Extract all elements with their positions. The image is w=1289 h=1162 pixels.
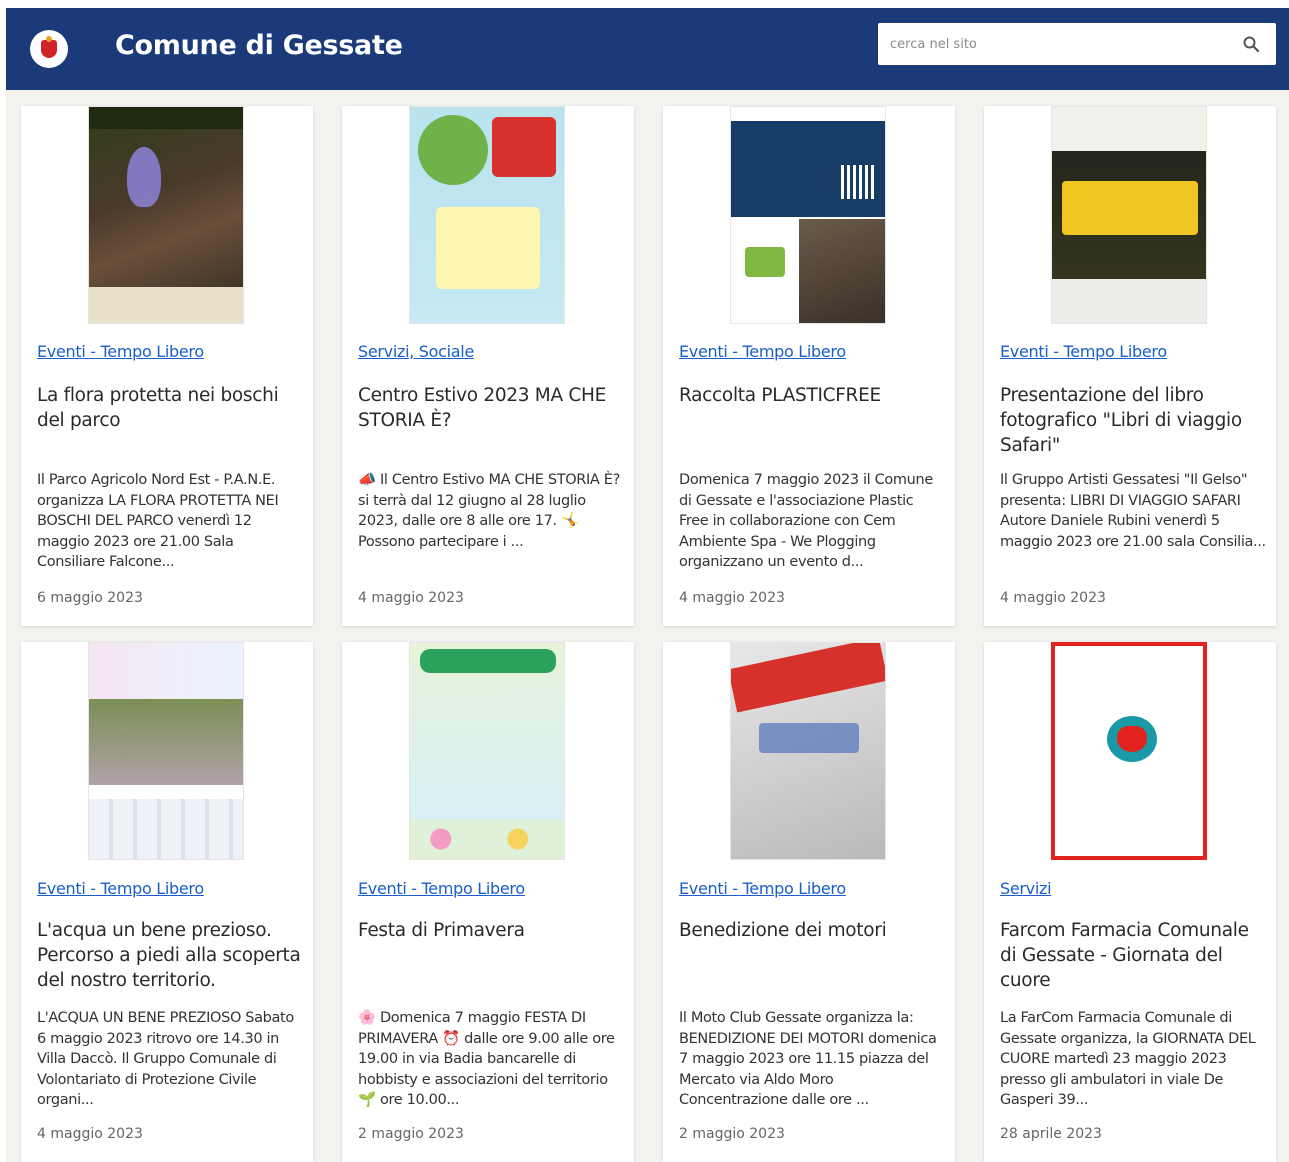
news-card-excerpt: Domenica 7 maggio 2023 il Comune di Gess… <box>679 472 933 570</box>
news-card-image[interactable] <box>409 106 565 324</box>
news-card-category[interactable]: Eventi - Tempo Libero <box>37 879 204 898</box>
news-card-date: 4 maggio 2023 <box>1000 590 1106 606</box>
news-card-date: 4 maggio 2023 <box>358 590 464 606</box>
search-input[interactable] <box>878 23 1228 65</box>
news-card-image[interactable] <box>730 106 886 324</box>
news-card-excerpt: Il Parco Agricolo Nord Est - P.A.N.E. or… <box>37 472 279 570</box>
news-card-category[interactable]: Eventi - Tempo Libero <box>358 879 525 898</box>
news-card-category[interactable]: Eventi - Tempo Libero <box>679 879 846 898</box>
news-card-date: 4 maggio 2023 <box>37 1126 143 1142</box>
news-card-title[interactable]: Benedizione dei motori <box>679 918 943 943</box>
search-icon[interactable] <box>1242 35 1260 53</box>
news-card: Eventi - Tempo Libero Festa di Primavera… <box>342 642 634 1162</box>
news-card-date: 6 maggio 2023 <box>37 590 143 606</box>
news-card-category[interactable]: Servizi, Sociale <box>358 342 474 361</box>
news-card-category[interactable]: Eventi - Tempo Libero <box>1000 342 1167 361</box>
news-card-title[interactable]: Centro Estivo 2023 MA CHE STORIA È? <box>358 383 622 433</box>
news-card-title[interactable]: L'acqua un bene prezioso. Percorso a pie… <box>37 918 301 993</box>
news-card-excerpt: 📣 Il Centro Estivo MA CHE STORIA È? si t… <box>358 472 620 550</box>
news-card-image[interactable] <box>409 642 565 860</box>
news-card: Servizi Farcom Farmacia Comunale di Gess… <box>984 642 1276 1162</box>
news-card-title[interactable]: Farcom Farmacia Comunale di Gessate - Gi… <box>1000 918 1264 993</box>
municipality-logo[interactable] <box>30 30 68 68</box>
news-card-image[interactable] <box>1051 106 1207 324</box>
news-card-excerpt: Il Moto Club Gessate organizza la: BENED… <box>679 1010 937 1108</box>
news-card-title[interactable]: Raccolta PLASTICFREE <box>679 383 943 408</box>
news-card: Eventi - Tempo Libero Presentazione del … <box>984 106 1276 626</box>
news-card-date: 4 maggio 2023 <box>679 590 785 606</box>
news-card-title[interactable]: La flora protetta nei boschi del parco <box>37 383 301 433</box>
news-card: Servizi, Sociale Centro Estivo 2023 MA C… <box>342 106 634 626</box>
news-card-image[interactable] <box>88 642 244 860</box>
news-card-date: 2 maggio 2023 <box>679 1126 785 1142</box>
news-card: Eventi - Tempo Libero Benedizione dei mo… <box>663 642 955 1162</box>
news-card-excerpt: L'ACQUA UN BENE PREZIOSO Sabato 6 maggio… <box>37 1010 294 1108</box>
news-card-image[interactable] <box>88 106 244 324</box>
news-card-image[interactable] <box>730 642 886 860</box>
news-card-date: 2 maggio 2023 <box>358 1126 464 1142</box>
news-card-category[interactable]: Eventi - Tempo Libero <box>37 342 204 361</box>
site-title[interactable]: Comune di Gessate <box>115 30 403 61</box>
news-card-title[interactable]: Presentazione del libro fotografico "Lib… <box>1000 383 1264 458</box>
news-card-category[interactable]: Eventi - Tempo Libero <box>679 342 846 361</box>
news-card: Eventi - Tempo Libero L'acqua un bene pr… <box>21 642 313 1162</box>
news-card-excerpt: La FarCom Farmacia Comunale di Gessate o… <box>1000 1010 1256 1108</box>
site-header: Comune di Gessate <box>6 8 1289 90</box>
news-card: Eventi - Tempo Libero La flora protetta … <box>21 106 313 626</box>
search-box <box>878 23 1276 65</box>
news-card-category[interactable]: Servizi <box>1000 879 1052 898</box>
news-card-date: 28 aprile 2023 <box>1000 1126 1102 1142</box>
news-card-title[interactable]: Festa di Primavera <box>358 918 622 943</box>
news-card-excerpt: Il Gruppo Artisti Gessatesi "Il Gelso" p… <box>1000 472 1266 550</box>
news-card-excerpt: 🌸 Domenica 7 maggio FESTA DI PRIMAVERA ⏰… <box>358 1010 615 1108</box>
news-card-image[interactable] <box>1051 642 1207 860</box>
news-card: Eventi - Tempo Libero Raccolta PLASTICFR… <box>663 106 955 626</box>
